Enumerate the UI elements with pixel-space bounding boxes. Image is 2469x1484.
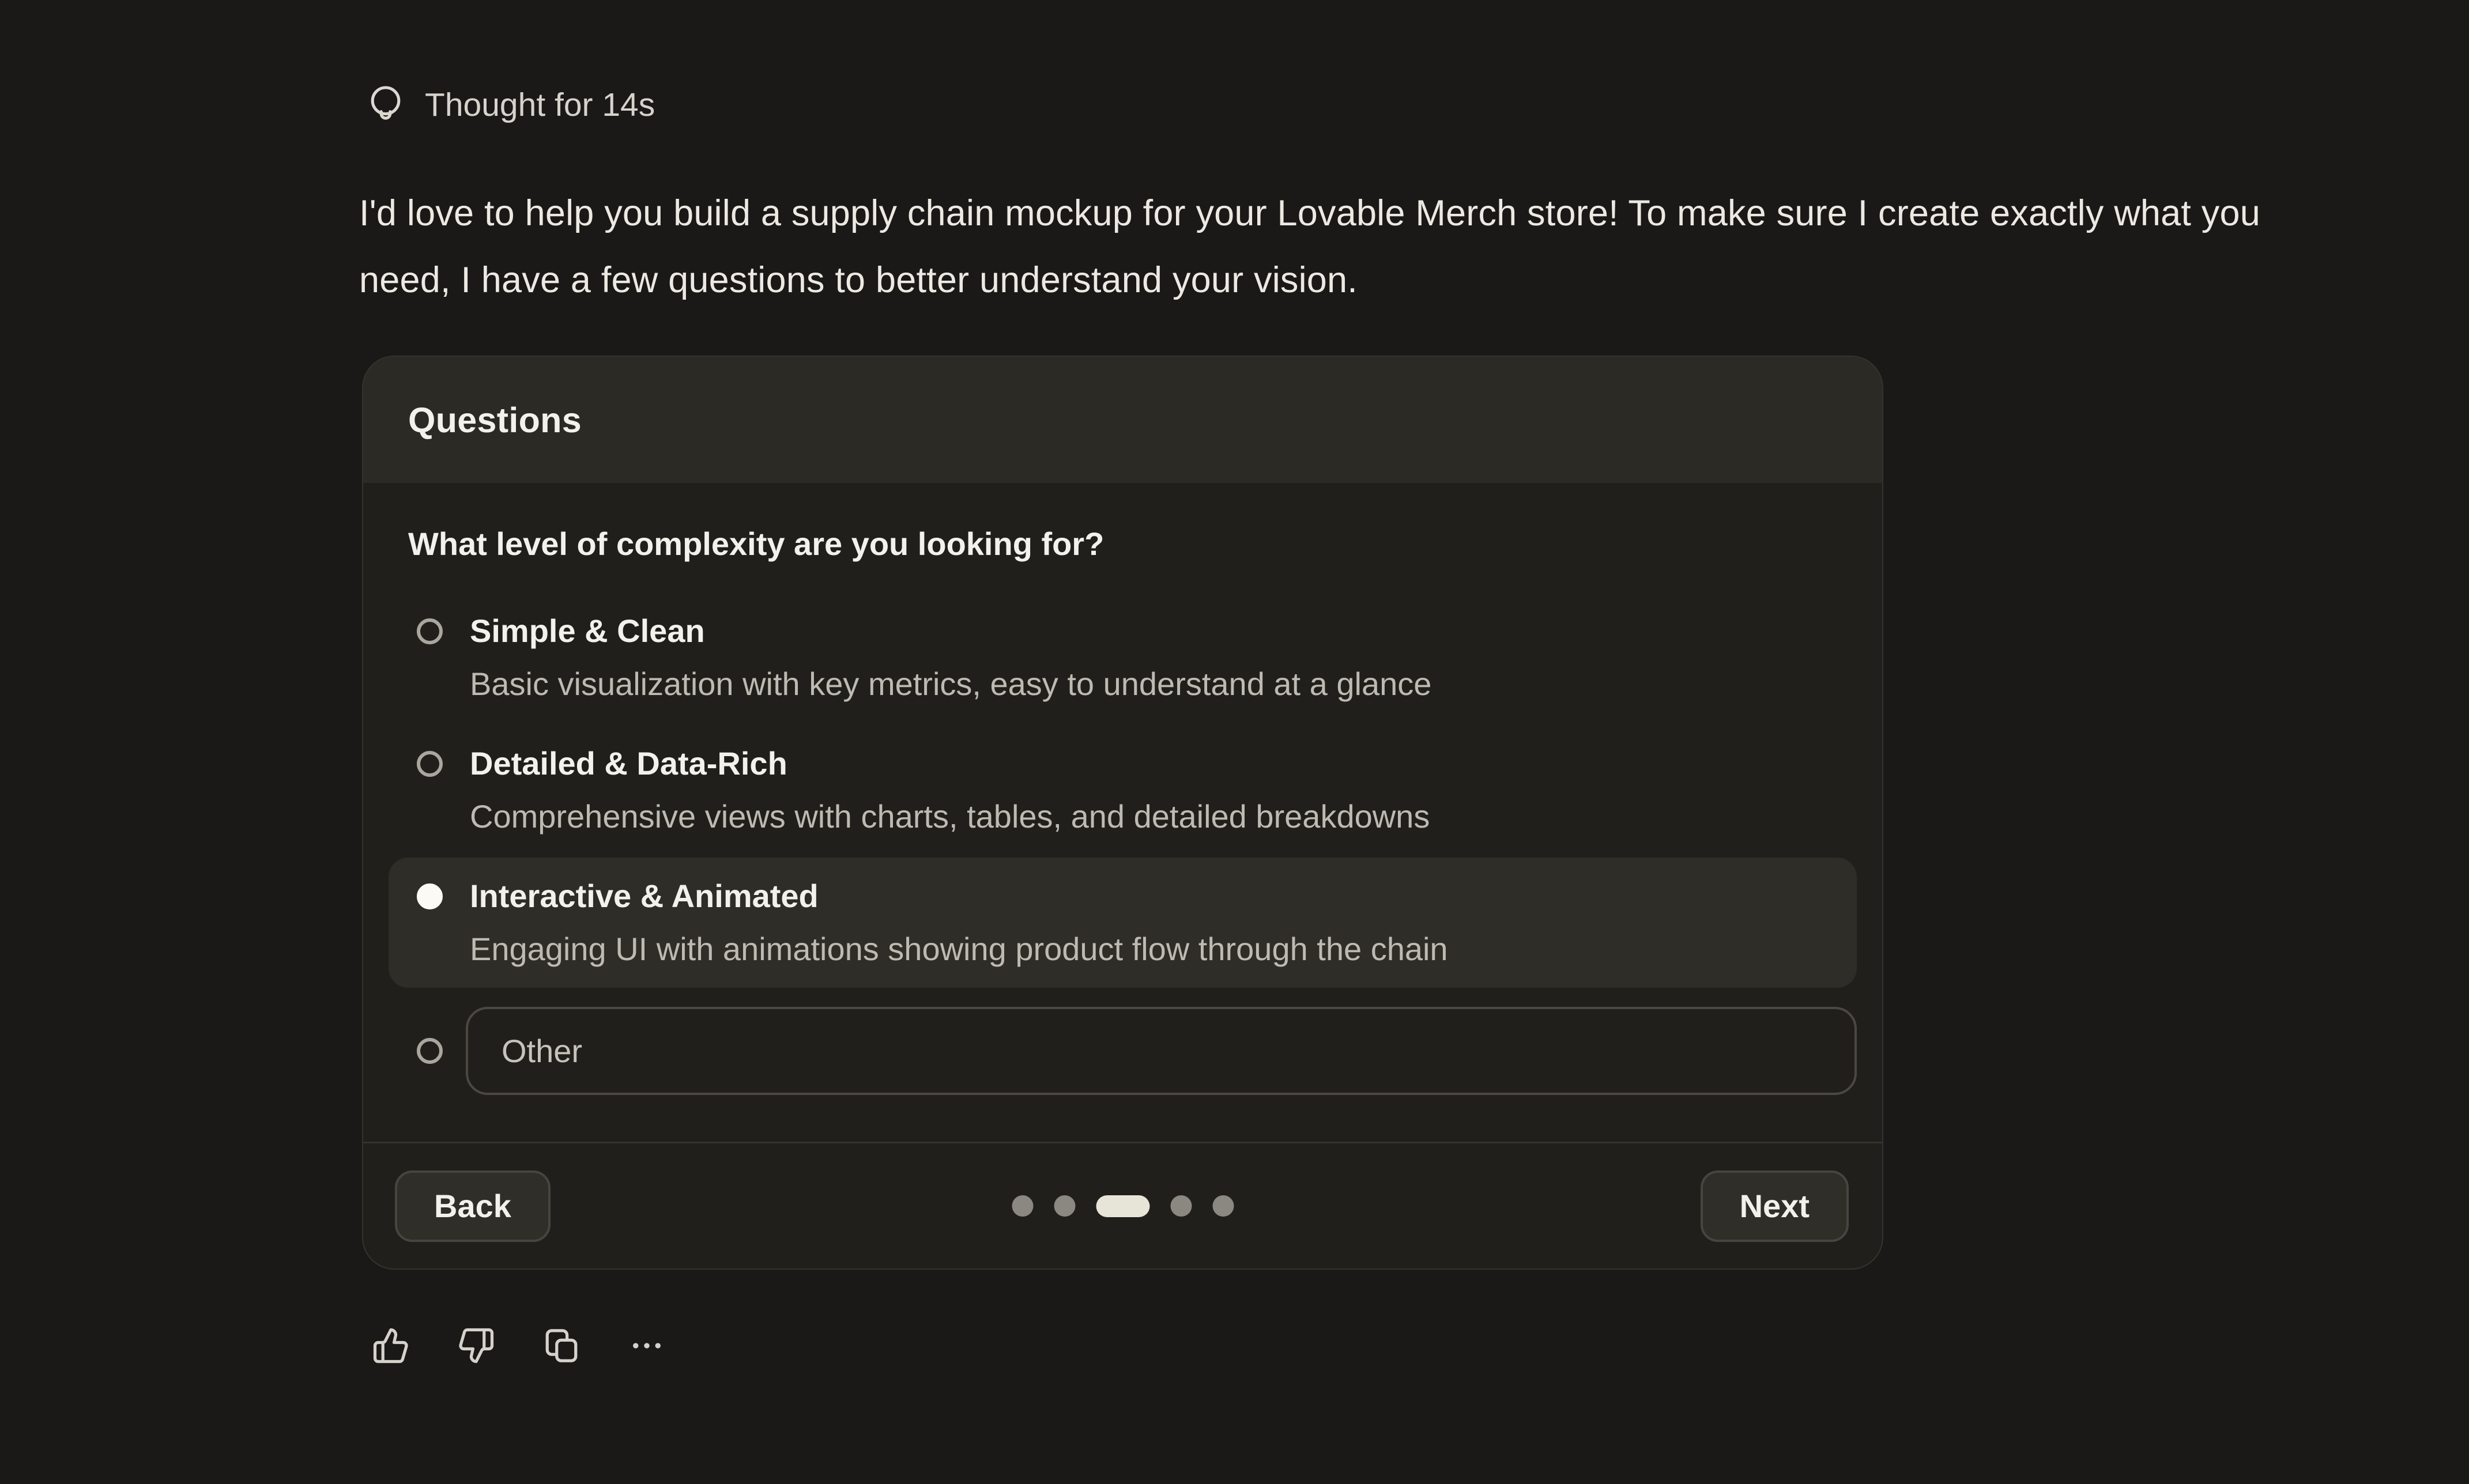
radio-selected-icon xyxy=(417,883,443,909)
option-interactive-animated[interactable]: Interactive & Animated Engaging UI with … xyxy=(389,858,1857,988)
option-label: Interactive & Animated xyxy=(470,870,1448,923)
next-button[interactable]: Next xyxy=(1701,1170,1849,1242)
thinking-toggle[interactable]: Thought for 14s xyxy=(365,80,655,130)
pagination-dot-active xyxy=(1096,1195,1149,1217)
question-text: What level of complexity are you looking… xyxy=(408,518,1857,571)
option-other xyxy=(389,1007,1857,1095)
thinking-label: Thought for 14s xyxy=(425,86,655,124)
thumbs-down-icon xyxy=(457,1327,495,1365)
radio-unselected-icon xyxy=(417,751,443,777)
pagination-dot xyxy=(1012,1195,1033,1217)
questions-card: Questions What level of complexity are y… xyxy=(362,356,1883,1270)
copy-icon xyxy=(542,1327,581,1365)
pagination-dot xyxy=(1212,1195,1234,1217)
thumbs-up-icon xyxy=(372,1327,410,1365)
questions-card-footer: Back Next xyxy=(363,1143,1882,1268)
option-description: Basic visualization with key metrics, ea… xyxy=(470,658,1431,711)
option-label: Simple & Clean xyxy=(470,605,1431,658)
questions-card-header: Questions xyxy=(363,357,1882,483)
thumbs-down-button[interactable] xyxy=(457,1326,495,1366)
option-description: Comprehensive views with charts, tables,… xyxy=(470,790,1430,843)
radio-unselected-icon xyxy=(417,618,443,644)
more-options-icon xyxy=(628,1327,666,1365)
pagination-dot xyxy=(1170,1195,1192,1217)
option-label: Detailed & Data-Rich xyxy=(470,737,1430,790)
copy-button[interactable] xyxy=(542,1326,581,1366)
message-actions xyxy=(372,1326,666,1366)
option-detailed-data-rich[interactable]: Detailed & Data-Rich Comprehensive views… xyxy=(389,725,1857,855)
lightbulb-icon xyxy=(365,82,406,127)
questions-card-title: Questions xyxy=(408,400,582,440)
pagination-dots xyxy=(1012,1195,1234,1217)
thumbs-up-button[interactable] xyxy=(372,1326,410,1366)
option-simple-clean[interactable]: Simple & Clean Basic visualization with … xyxy=(389,592,1857,723)
more-options-button[interactable] xyxy=(628,1326,666,1366)
other-option-input[interactable] xyxy=(466,1007,1857,1095)
pagination-dot xyxy=(1054,1195,1075,1217)
questions-card-body: What level of complexity are you looking… xyxy=(363,483,1882,1095)
radio-unselected-icon[interactable] xyxy=(417,1038,443,1064)
assistant-message: I'd love to help you build a supply chai… xyxy=(359,180,2279,314)
back-button[interactable]: Back xyxy=(395,1170,551,1242)
option-description: Engaging UI with animations showing prod… xyxy=(470,923,1448,976)
